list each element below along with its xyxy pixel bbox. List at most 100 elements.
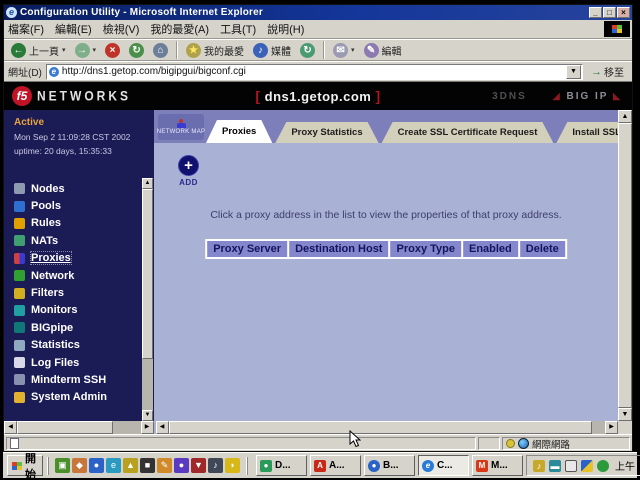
- column-enabled[interactable]: Enabled: [463, 241, 518, 257]
- scroll-right-icon[interactable]: ▶: [141, 421, 154, 434]
- toolbar-grip[interactable]: [246, 457, 248, 475]
- column-proxy-server[interactable]: Proxy Server: [207, 241, 287, 257]
- mail-button[interactable]: ✉▾: [330, 42, 358, 59]
- forward-button[interactable]: → ▾: [72, 42, 100, 59]
- menu-help[interactable]: 說明(H): [267, 21, 304, 37]
- network-map-button[interactable]: NETWORK MAP: [158, 114, 204, 140]
- stop-button[interactable]: ×: [102, 42, 123, 59]
- maximize-button[interactable]: □: [603, 7, 616, 18]
- scroll-left-icon[interactable]: ◀: [156, 421, 169, 434]
- volume-icon[interactable]: ♪: [533, 460, 545, 472]
- scroll-right-icon[interactable]: ▶: [605, 421, 618, 434]
- task-button-1[interactable]: ●D...: [256, 455, 307, 476]
- quick-launch-icon[interactable]: ◗: [225, 458, 240, 473]
- sidebar-item-pools[interactable]: Pools: [14, 197, 140, 214]
- log-files-icon: [14, 357, 25, 368]
- sidebar-scrollbar[interactable]: ▲ ▼: [142, 178, 153, 421]
- sidebar-item-bigpipe[interactable]: BIGpipe: [14, 319, 140, 336]
- sidebar-item-log-files[interactable]: Log Files: [14, 354, 140, 371]
- refresh-button[interactable]: ↻: [126, 42, 147, 59]
- main-scrollbar-vertical[interactable]: ▲ ▼: [618, 110, 632, 421]
- sidebar-item-mindterm-ssh[interactable]: Mindterm SSH: [14, 371, 140, 388]
- display-icon[interactable]: [565, 460, 577, 472]
- sidebar-item-statistics[interactable]: Statistics: [14, 337, 140, 354]
- address-bar: 網址(D) e ▼ → 移至: [4, 61, 632, 82]
- sidebar-item-nodes[interactable]: Nodes: [14, 180, 140, 197]
- address-input[interactable]: [62, 66, 566, 77]
- sidebar-scrollbar-horizontal[interactable]: ◀ ▶: [4, 421, 154, 434]
- tab-install-ssl-certificate[interactable]: Install SSL Certif: [556, 122, 618, 143]
- home-button[interactable]: ⌂: [150, 42, 171, 59]
- scrollbar-thumb[interactable]: [142, 189, 153, 359]
- task-button-3[interactable]: ●B...: [364, 455, 415, 476]
- column-proxy-type[interactable]: Proxy Type: [390, 241, 461, 257]
- pools-icon: [14, 201, 25, 212]
- mail-dropdown-icon[interactable]: ▾: [351, 46, 355, 54]
- history-button[interactable]: ↻: [297, 42, 318, 59]
- add-icon[interactable]: +: [178, 155, 199, 176]
- scrollbar-thumb[interactable]: [618, 123, 632, 408]
- address-dropdown-icon[interactable]: ▼: [566, 65, 581, 79]
- sidebar-item-rules[interactable]: Rules: [14, 215, 140, 232]
- task-icon: ●: [260, 460, 272, 472]
- menu-file[interactable]: 檔案(F): [8, 21, 44, 37]
- mouse-cursor: [349, 430, 361, 448]
- quick-launch-icon[interactable]: ▲: [123, 458, 138, 473]
- scrollbar-thumb[interactable]: [17, 421, 113, 434]
- go-button[interactable]: → 移至: [587, 63, 628, 80]
- start-button[interactable]: 開始: [7, 455, 43, 476]
- scrollbar-thumb[interactable]: [169, 421, 592, 434]
- scroll-left-icon[interactable]: ◀: [4, 421, 17, 434]
- quick-launch-icon[interactable]: ●: [89, 458, 104, 473]
- favorites-button[interactable]: ★ 我的最愛: [183, 42, 247, 59]
- task-button-configuration-utility[interactable]: eC...: [418, 455, 469, 476]
- sidebar-item-system-admin[interactable]: System Admin: [14, 389, 140, 406]
- menu-favorites[interactable]: 我的最愛(A): [150, 21, 209, 37]
- sidebar-item-nats[interactable]: NATs: [14, 232, 140, 249]
- quick-launch-icon[interactable]: ✎: [157, 458, 172, 473]
- tab-create-ssl-certificate-request[interactable]: Create SSL Certificate Request: [382, 122, 554, 143]
- quick-launch-icon[interactable]: ■: [140, 458, 155, 473]
- column-delete[interactable]: Delete: [520, 241, 565, 257]
- scroll-up-icon[interactable]: ▲: [142, 178, 153, 189]
- edit-button[interactable]: ✎ 編輯: [361, 42, 405, 59]
- back-button[interactable]: ← 上一頁 ▾: [8, 42, 69, 59]
- media-button[interactable]: ♪ 媒體: [250, 42, 294, 59]
- monitors-icon: [14, 305, 25, 316]
- tray-icon[interactable]: ▬: [549, 460, 561, 472]
- quick-launch-icon[interactable]: e: [106, 458, 121, 473]
- menu-edit[interactable]: 編輯(E): [55, 21, 92, 37]
- scroll-down-icon[interactable]: ▼: [618, 408, 632, 421]
- menu-tools[interactable]: 工具(T): [220, 21, 256, 37]
- minimize-button[interactable]: _: [589, 7, 602, 18]
- quick-launch-icon[interactable]: ◆: [72, 458, 87, 473]
- quick-launch-icon[interactable]: ▼: [191, 458, 206, 473]
- back-dropdown-icon[interactable]: ▾: [62, 46, 66, 54]
- tab-proxies[interactable]: Proxies: [206, 120, 272, 143]
- quick-launch-icon[interactable]: ▣: [55, 458, 70, 473]
- column-destination-host[interactable]: Destination Host: [289, 241, 388, 257]
- tab-proxy-statistics[interactable]: Proxy Statistics: [275, 122, 378, 143]
- scroll-down-icon[interactable]: ▼: [142, 410, 153, 421]
- sidebar-item-proxies[interactable]: Proxies: [14, 250, 140, 267]
- tray-icon[interactable]: [597, 460, 609, 472]
- menu-view[interactable]: 檢視(V): [103, 21, 140, 37]
- scroll-up-icon[interactable]: ▲: [618, 110, 632, 123]
- link-bigip[interactable]: ◢ BIG IP ◣: [553, 91, 622, 102]
- title-bar[interactable]: e Configuration Utility - Microsoft Inte…: [4, 5, 632, 20]
- sidebar-item-network[interactable]: Network: [14, 267, 140, 284]
- add-proxy[interactable]: + ADD: [178, 155, 199, 187]
- main-scrollbar-horizontal[interactable]: ◀ ▶: [156, 421, 619, 434]
- tray-icon[interactable]: [581, 460, 593, 472]
- sidebar-item-filters[interactable]: Filters: [14, 284, 140, 301]
- forward-dropdown-icon[interactable]: ▾: [93, 46, 97, 54]
- quick-launch-icon[interactable]: ●: [174, 458, 189, 473]
- red-tick-icon: ◣: [613, 91, 622, 101]
- close-button[interactable]: ×: [617, 7, 630, 18]
- quick-launch-icon[interactable]: ♪: [208, 458, 223, 473]
- toolbar-grip[interactable]: [47, 457, 49, 475]
- link-3dns[interactable]: 3DNS: [492, 91, 527, 102]
- task-button-2[interactable]: AA...: [310, 455, 361, 476]
- sidebar-item-monitors[interactable]: Monitors: [14, 302, 140, 319]
- task-button-5[interactable]: MM...: [472, 455, 523, 476]
